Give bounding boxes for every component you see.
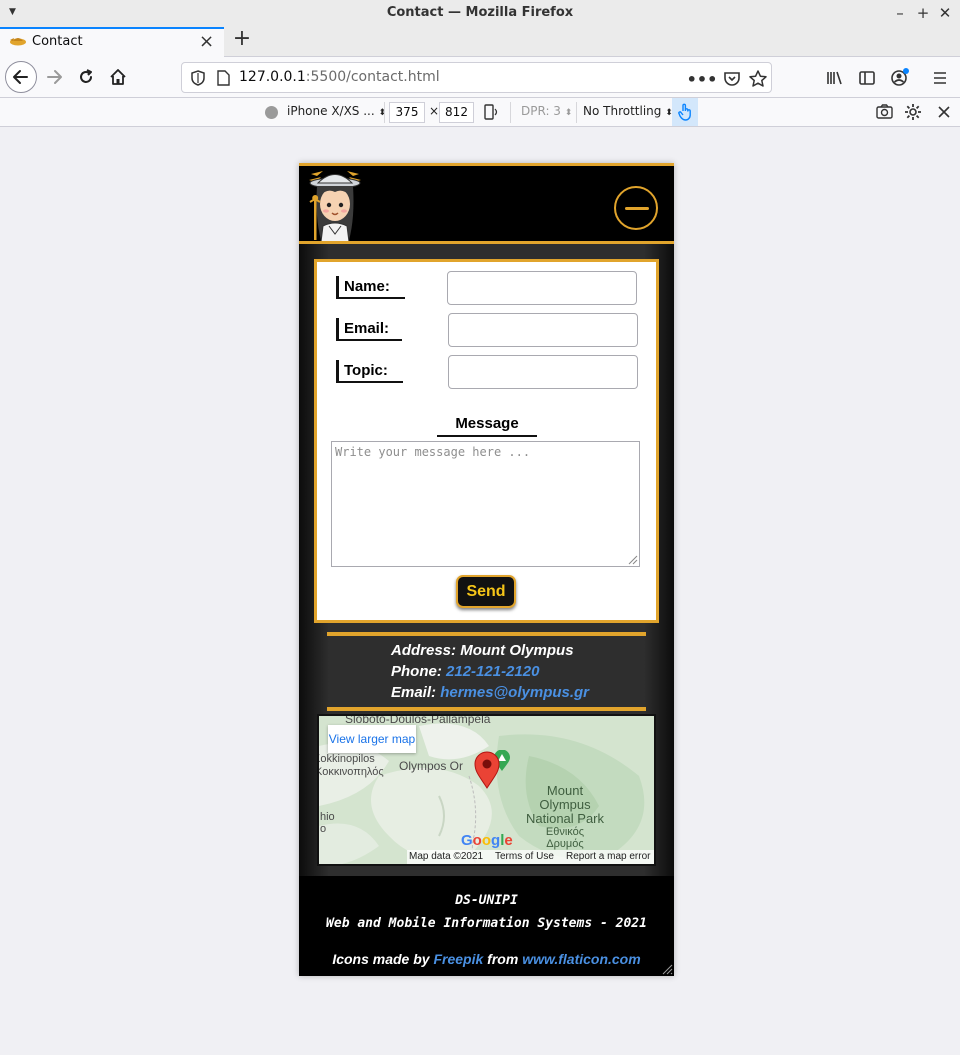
forward-button[interactable] xyxy=(38,61,70,93)
topic-input[interactable] xyxy=(448,355,638,389)
menu-toggle-button[interactable] xyxy=(614,186,658,230)
map-label-park-2: Olympus xyxy=(539,797,591,812)
toolbar-separator xyxy=(576,102,577,123)
rotate-viewport-icon[interactable] xyxy=(483,104,499,120)
close-icon[interactable]: ✕ xyxy=(935,3,955,23)
location-pin-icon xyxy=(474,751,500,789)
report-map-error-link[interactable]: Report a map error xyxy=(566,850,650,864)
tab-contact[interactable]: Contact × xyxy=(0,27,224,57)
account-icon[interactable] xyxy=(889,67,911,89)
email-label: Email: xyxy=(336,318,402,341)
site-header xyxy=(299,166,674,242)
screenshot-camera-icon[interactable] xyxy=(876,104,893,119)
flaticon-link[interactable]: www.flaticon.com xyxy=(522,951,641,967)
bookmark-star-icon[interactable] xyxy=(748,69,768,89)
map-label-kokkinopilos: Kokkinopilos xyxy=(317,753,375,765)
pocket-icon[interactable] xyxy=(722,69,742,89)
tracking-shield-icon[interactable] xyxy=(191,70,205,86)
menu-bar-icon xyxy=(625,207,649,210)
minimize-icon[interactable]: – xyxy=(890,3,910,23)
dpr-selector[interactable]: DPR: 3 ⬍ xyxy=(521,104,572,118)
map-label-park-gr-1: Εθνικός xyxy=(545,826,585,838)
address-line: Address: Mount Olympus xyxy=(391,642,574,659)
maximize-icon[interactable]: + xyxy=(913,3,933,23)
site-footer: DS-UNIPI Web and Mobile Information Syst… xyxy=(299,876,674,976)
email-input[interactable] xyxy=(448,313,638,347)
window-title: Contact — Mozilla Firefox xyxy=(386,5,574,20)
touch-hand-icon xyxy=(678,103,691,121)
device-compass-icon xyxy=(265,106,278,119)
name-input[interactable] xyxy=(447,271,637,305)
toolbar-separator xyxy=(510,102,511,123)
hermes-logo-icon[interactable] xyxy=(301,168,369,242)
view-larger-map-link[interactable]: View larger map xyxy=(328,725,416,753)
info-top-rule xyxy=(327,632,646,636)
reload-icon xyxy=(80,69,92,83)
tab-close-icon[interactable]: × xyxy=(199,31,214,52)
embedded-map[interactable]: Sloboto-Doulos-Pallampela View larger ma… xyxy=(317,714,656,866)
page-actions-icon[interactable]: ••• xyxy=(687,69,718,89)
emulated-page: Name: Email: Topic: Message Write your m… xyxy=(299,163,674,976)
home-icon xyxy=(110,69,126,85)
dimension-times-label: × xyxy=(429,104,440,118)
throttling-selector[interactable]: No Throttling ⬍ xyxy=(583,104,673,118)
phone-link[interactable]: 212-121-2120 xyxy=(446,663,539,680)
contact-form: Name: Email: Topic: Message Write your m… xyxy=(314,259,659,623)
navigation-toolbar: 127.0.0.1:5500/contact.html ••• xyxy=(0,57,960,98)
map-label-park-3: National Park xyxy=(525,811,605,826)
responsive-design-toolbar: iPhone X/XS ... ⬍ 375 × 812 DPR: 3 ⬍ No … xyxy=(0,98,960,127)
map-label-hio-2: ο xyxy=(320,823,327,835)
resize-grip-icon[interactable] xyxy=(626,553,638,565)
new-tab-button[interactable]: + xyxy=(231,28,253,52)
topic-label: Topic: xyxy=(336,360,403,383)
back-button[interactable] xyxy=(5,61,37,93)
url-bar[interactable]: 127.0.0.1:5500/contact.html ••• xyxy=(181,62,772,93)
viewport-resize-handle-icon[interactable] xyxy=(661,963,673,975)
map-label-kokkinopilos-gr: Κοκκινοπηλός xyxy=(317,766,384,778)
forward-arrow-icon xyxy=(47,70,62,84)
map-data-label: Map data ©2021 xyxy=(409,851,484,862)
window-titlebar: ▼ Contact — Mozilla Firefox – + ✕ xyxy=(0,0,960,27)
reload-button[interactable] xyxy=(70,61,102,93)
map-label-olympos: Olympos Or xyxy=(399,759,464,773)
back-arrow-icon xyxy=(13,70,28,84)
email-line: Email: hermes@olympus.gr xyxy=(391,684,590,701)
send-button[interactable]: Send xyxy=(456,575,516,608)
message-placeholder: Write your message here ... xyxy=(335,445,531,459)
phone-line: Phone: 212-121-2120 xyxy=(391,663,540,680)
footer-credits: Icons made by Freepik from www.flaticon.… xyxy=(332,951,641,967)
tab-strip: Contact × + xyxy=(0,27,960,57)
email-link[interactable]: hermes@olympus.gr xyxy=(440,684,589,701)
viewport-width-input[interactable]: 375 xyxy=(389,102,425,123)
terms-of-use-link[interactable]: Terms of Use xyxy=(495,850,554,864)
touch-simulation-button[interactable] xyxy=(672,98,698,126)
hermes-favicon-icon xyxy=(10,38,26,46)
info-bottom-rule xyxy=(327,707,646,711)
library-icon[interactable] xyxy=(826,69,844,87)
tab-label: Contact xyxy=(32,34,83,49)
map-label-hio: hio xyxy=(320,811,335,823)
freepik-link[interactable]: Freepik xyxy=(433,951,483,967)
hamburger-menu-icon[interactable] xyxy=(931,69,949,87)
footer-org: DS-UNIPI xyxy=(455,893,518,908)
message-textarea[interactable]: Write your message here ... xyxy=(331,441,640,567)
message-title: Message xyxy=(437,414,537,437)
map-attribution-bar: Map data ©2021 Terms of Use Report a map… xyxy=(407,850,654,864)
google-logo: Google xyxy=(461,832,513,849)
close-rdm-icon[interactable] xyxy=(937,105,951,119)
viewport-height-input[interactable]: 812 xyxy=(439,102,474,123)
device-selector[interactable]: iPhone X/XS ... ⬍ xyxy=(287,104,386,118)
sidebar-icon[interactable] xyxy=(858,69,876,87)
name-label: Name: xyxy=(336,276,405,299)
settings-gear-icon[interactable] xyxy=(904,103,922,121)
map-label-park-gr-2: Δρυμός xyxy=(546,838,584,850)
footer-course: Web and Mobile Information Systems - 202… xyxy=(326,916,647,931)
page-info-icon[interactable] xyxy=(217,70,230,86)
toolbar-separator xyxy=(384,102,385,123)
home-button[interactable] xyxy=(102,61,134,93)
url-text[interactable]: 127.0.0.1:5500/contact.html xyxy=(239,69,440,85)
map-label-park-1: Mount xyxy=(546,783,584,798)
